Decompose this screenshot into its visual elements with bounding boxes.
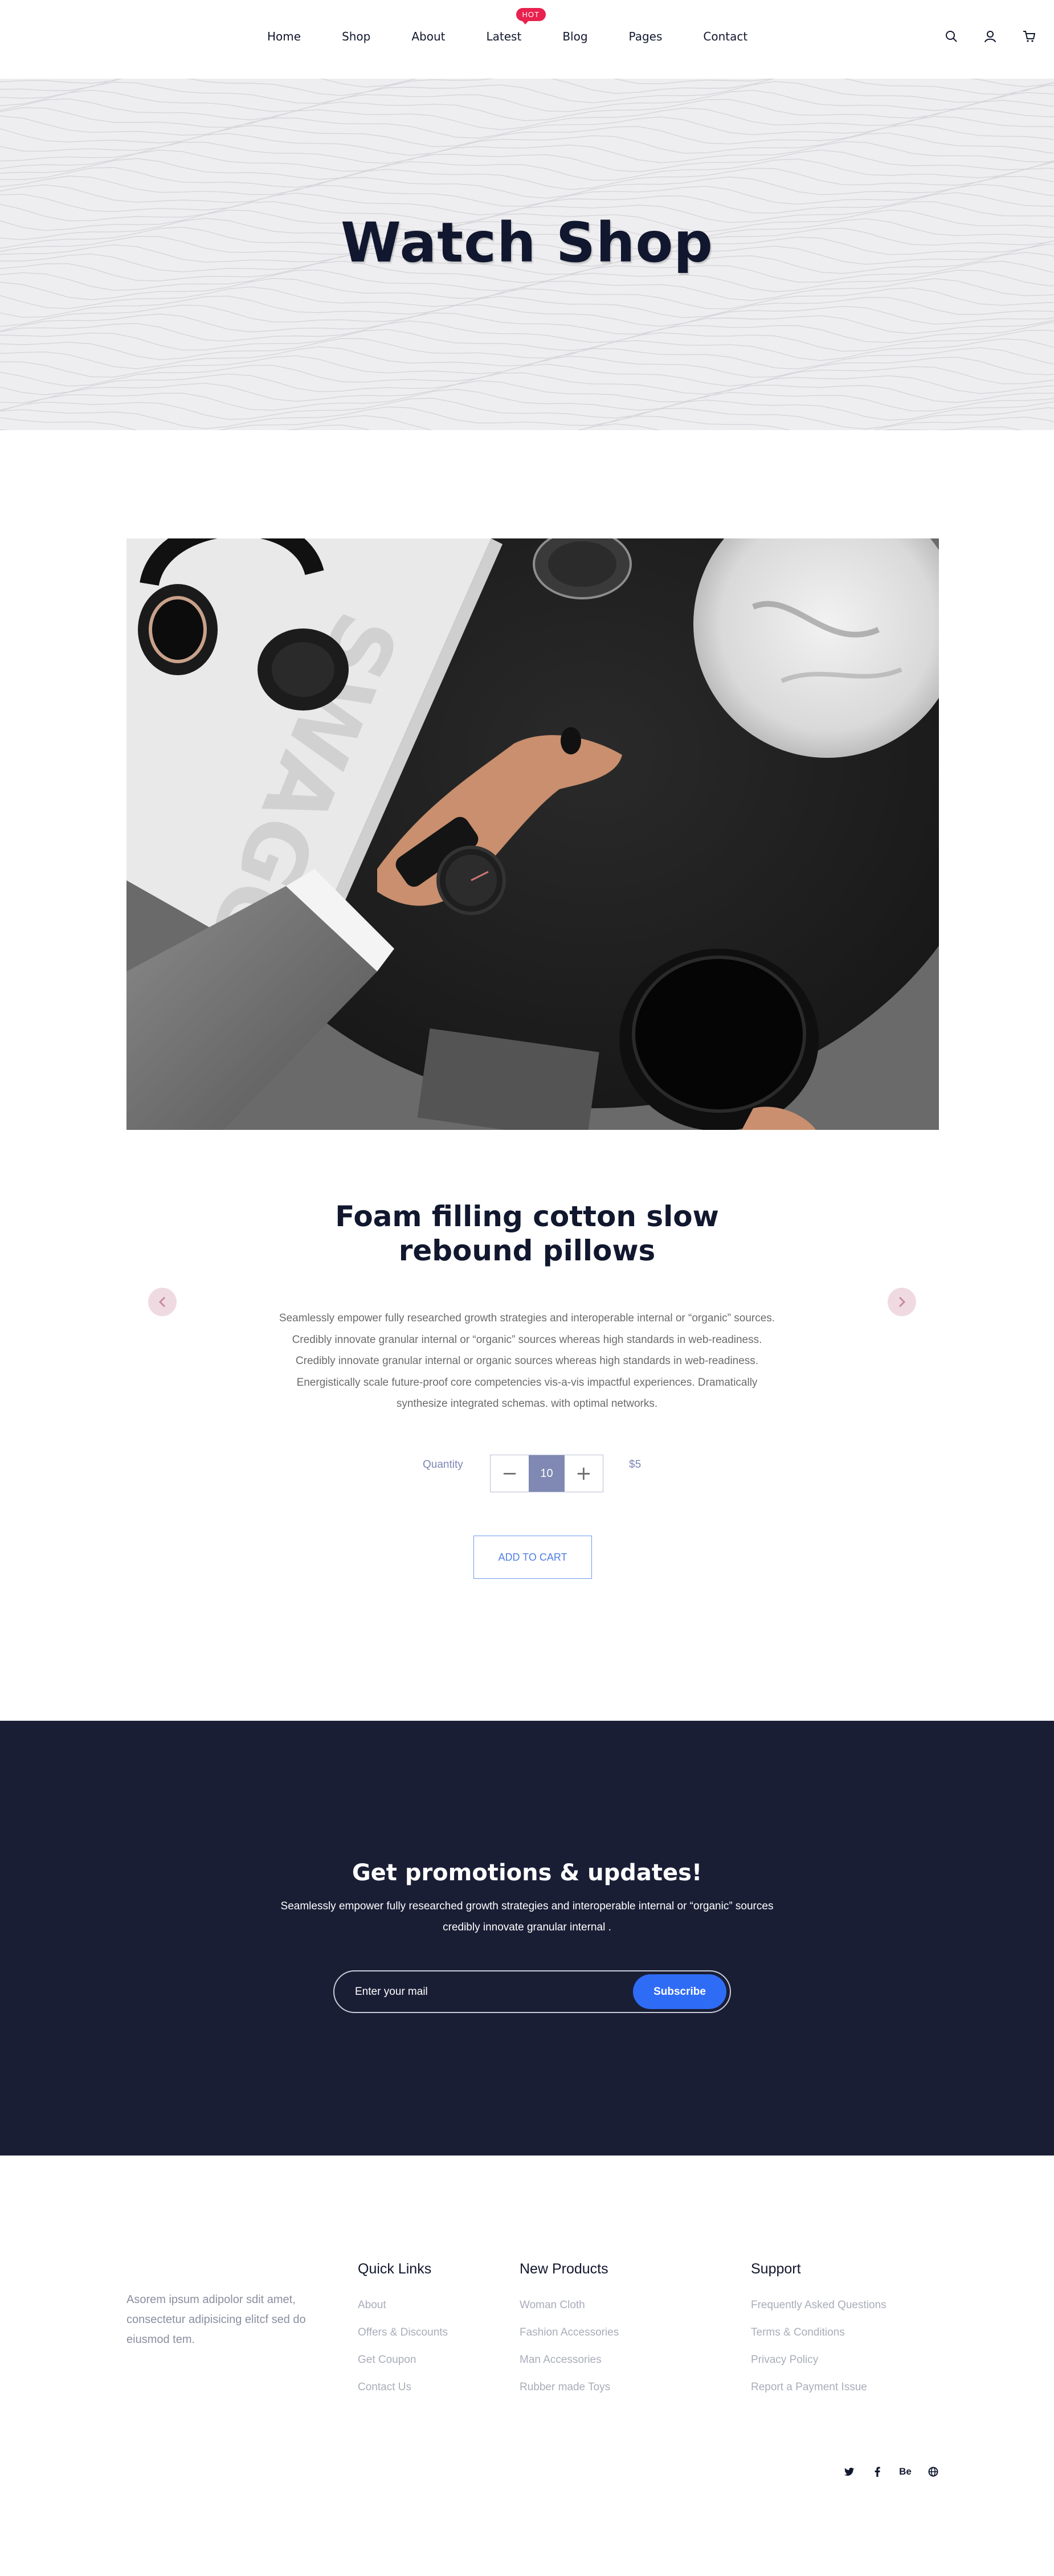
newsletter-text-line-1: Seamlessly empower fully researched grow… (280, 1900, 774, 1912)
footer-support: Support Frequently Asked Questions Terms… (751, 2261, 886, 2408)
search-icon[interactable] (943, 28, 959, 44)
footer-link-woman-cloth[interactable]: Woman Cloth (520, 2299, 619, 2312)
carousel-prev-button[interactable] (148, 1288, 177, 1316)
topo-line (0, 277, 1054, 301)
footer-link-offers[interactable]: Offers & Discounts (358, 2326, 448, 2339)
topo-line (0, 141, 1054, 164)
newsletter-title: Get promotions & updates! (352, 1860, 702, 1886)
topo-line (0, 175, 1054, 199)
footer-link-faq[interactable]: Frequently Asked Questions (751, 2299, 886, 2312)
product-section: SWAGGER Foam filling cotton slow rebound… (0, 430, 1054, 1721)
footer-column-title: New Products (520, 2261, 608, 2277)
user-icon[interactable] (982, 28, 998, 44)
nav-contact[interactable]: Contact (703, 30, 747, 43)
nav-shop[interactable]: Shop (342, 30, 370, 43)
description-line: Credibly innovate granular internal or o… (295, 1355, 759, 1367)
footer-link-privacy[interactable]: Privacy Policy (751, 2354, 886, 2366)
email-field[interactable] (355, 1971, 594, 2012)
topo-line (0, 364, 1054, 387)
footer-link-man-accessories[interactable]: Man Accessories (520, 2354, 619, 2366)
newsletter-section: Get promotions & updates! Seamlessly emp… (0, 1721, 1054, 2155)
hero-banner: Watch Shop (0, 79, 1054, 430)
topo-line (0, 89, 1054, 112)
footer-link-coupon[interactable]: Get Coupon (358, 2354, 448, 2366)
product-title-line-1: Foam filling cotton slow (335, 1200, 719, 1233)
cart-icon[interactable] (1021, 28, 1037, 44)
nav-blog[interactable]: Blog (562, 30, 587, 43)
footer-column-title: Support (751, 2261, 801, 2277)
footer-link-toys[interactable]: Rubber made Toys (520, 2381, 619, 2394)
site-header: Home Shop About Latest HOT Blog Pages Co… (0, 0, 1054, 79)
product-title-line-2: rebound pillows (398, 1234, 656, 1267)
topo-line (0, 338, 1054, 361)
hot-badge: HOT (516, 8, 546, 25)
topo-line (0, 372, 1054, 395)
newsletter-text-line-2: credibly innovate granular internal . (443, 1921, 611, 1933)
topo-line (0, 380, 1054, 403)
description-line: Energistically scale future-proof core c… (296, 1376, 758, 1389)
topo-line (0, 124, 1054, 148)
nav-about[interactable]: About (411, 30, 445, 43)
newsletter-form: Subscribe (333, 1970, 731, 2013)
footer-link-contact[interactable]: Contact Us (358, 2381, 448, 2394)
globe-icon[interactable] (926, 2464, 941, 2479)
footer-quick-links: Quick Links About Offers & Discounts Get… (358, 2261, 448, 2408)
behance-icon[interactable]: Be (898, 2464, 913, 2479)
product-description: Seamlessly empower fully researched grow… (242, 1308, 812, 1415)
topo-line (0, 423, 1022, 430)
topo-line (0, 304, 1054, 327)
description-line: Credibly innovate granular internal or “… (292, 1333, 762, 1346)
topo-line (0, 389, 1054, 412)
topo-line (0, 355, 1054, 378)
topo-line (0, 132, 1054, 156)
add-to-cart-button[interactable]: ADD TO CART (473, 1536, 592, 1579)
footer-column-title: Quick Links (358, 2261, 432, 2277)
topo-line (0, 158, 1054, 181)
description-line: synthesize integrated schemas. with opti… (396, 1398, 658, 1410)
nav-pages[interactable]: Pages (629, 30, 663, 43)
description-line: Seamlessly empower fully researched grow… (279, 1312, 775, 1324)
newsletter-text: Seamlessly empower fully researched grow… (242, 1896, 812, 1938)
topo-line (0, 98, 1054, 121)
topo-line (0, 415, 1054, 430)
footer-link-about[interactable]: About (358, 2299, 448, 2312)
quantity-stepper: − 10 + (490, 1455, 603, 1492)
social-links: Be (842, 2464, 954, 2479)
product-image: SWAGGER (126, 538, 939, 1130)
topo-line (0, 398, 1054, 421)
topo-line (0, 286, 1054, 309)
topo-line (0, 115, 1054, 139)
quantity-label: Quantity (423, 1459, 463, 1471)
footer-about-text: Asorem ipsum adipolor sdit amet, consect… (126, 2293, 306, 2346)
nav-home[interactable]: Home (267, 30, 301, 43)
product-price: $5 (629, 1459, 642, 1471)
product-title: Foam filling cotton slow rebound pillows (299, 1199, 755, 1268)
quantity-value[interactable]: 10 (529, 1455, 565, 1492)
site-footer: Asorem ipsum adipolor sdit amet, consect… (0, 2155, 1054, 2576)
main-nav: Home Shop About Latest HOT Blog Pages Co… (267, 0, 747, 73)
quantity-decrement-button[interactable]: − (491, 1455, 529, 1492)
topo-line (0, 183, 1054, 207)
twitter-icon[interactable] (842, 2464, 857, 2479)
footer-link-payment-issue[interactable]: Report a Payment Issue (751, 2381, 886, 2394)
footer-link-terms[interactable]: Terms & Conditions (751, 2326, 886, 2339)
topo-line (0, 295, 1054, 319)
footer-link-fashion-accessories[interactable]: Fashion Accessories (520, 2326, 619, 2339)
page-title: Watch Shop (341, 211, 713, 275)
topo-line (0, 81, 1054, 104)
footer-new-products: New Products Woman Cloth Fashion Accesso… (520, 2261, 619, 2408)
facebook-icon[interactable] (870, 2464, 885, 2479)
nav-latest[interactable]: Latest HOT (486, 8, 546, 43)
topo-line (0, 149, 1054, 173)
carousel-next-button[interactable] (888, 1288, 916, 1316)
topo-line (0, 329, 1054, 352)
topo-line (0, 167, 1054, 190)
quantity-increment-button[interactable]: + (565, 1455, 603, 1492)
subscribe-button[interactable]: Subscribe (633, 1974, 726, 2009)
header-actions (921, 0, 1054, 73)
nav-latest-label: Latest (486, 30, 522, 43)
